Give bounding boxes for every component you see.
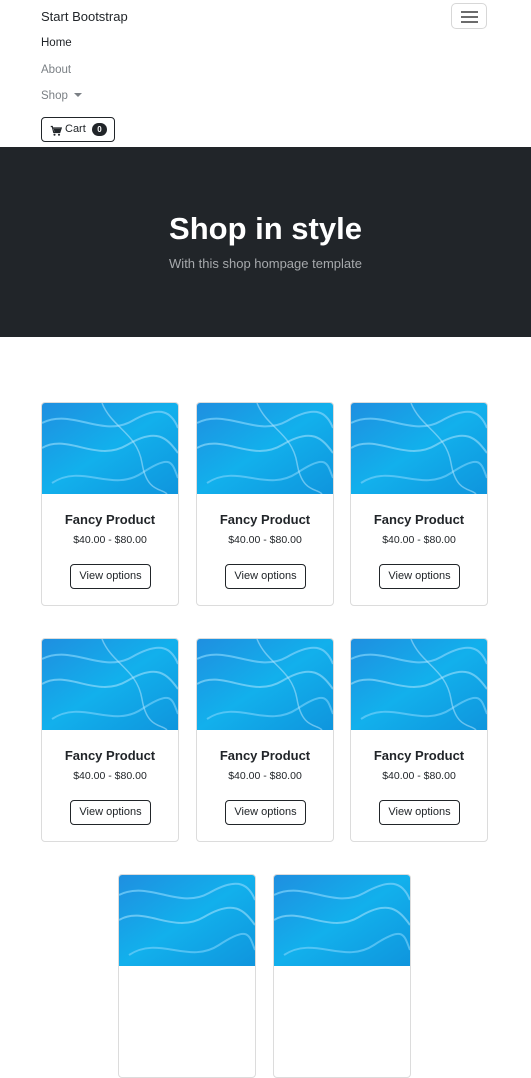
product-price: $40.00 - $80.00 [73,770,147,782]
chevron-down-icon [73,93,82,97]
cart-label: Cart [65,123,86,135]
menu-toggle-button[interactable] [451,3,487,29]
view-options-button[interactable]: View options [70,564,151,589]
product-name: Fancy Product [219,512,311,527]
nav-shop-label: Shop [41,90,68,102]
product-name: Fancy Product [373,512,465,527]
product-card [273,874,411,1078]
product-name: Fancy Product [64,512,156,527]
navbar: Start Bootstrap Home About Shop Cart 0 [0,0,531,147]
view-options-button[interactable]: View options [225,800,306,825]
product-price: $40.00 - $80.00 [382,770,456,782]
product-card: Fancy Product $40.00 - $80.00 View optio… [196,638,334,842]
product-name: Fancy Product [219,748,311,763]
hamburger-icon [461,11,478,13]
nav-about[interactable]: About [41,64,71,76]
product-card [118,874,256,1078]
view-options-button[interactable]: View options [225,564,306,589]
product-card: Fancy Product $40.00 - $80.00 View optio… [41,402,179,606]
product-image [351,639,487,730]
nav-home[interactable]: Home [41,37,72,49]
product-image [197,403,333,494]
hero-subtitle: With this shop hompage template [169,256,362,271]
product-image [274,875,410,966]
product-price: $40.00 - $80.00 [73,534,147,546]
product-price: $40.00 - $80.00 [382,534,456,546]
cart-count-badge: 0 [92,123,107,136]
product-price: $40.00 - $80.00 [228,770,302,782]
view-options-button[interactable]: View options [379,800,460,825]
product-card: Fancy Product $40.00 - $80.00 View optio… [350,402,488,606]
hero-banner: Shop in style With this shop hompage tem… [0,147,531,337]
hero-title: Shop in style [169,211,362,246]
product-price: $40.00 - $80.00 [228,534,302,546]
product-name: Fancy Product [373,748,465,763]
product-card: Fancy Product $40.00 - $80.00 View optio… [196,402,334,606]
product-image [42,639,178,730]
view-options-button[interactable]: View options [70,800,151,825]
product-image [197,639,333,730]
product-image [119,875,255,966]
cart-button[interactable]: Cart 0 [41,117,115,142]
nav-shop-dropdown[interactable]: Shop [41,90,82,102]
view-options-button[interactable]: View options [379,564,460,589]
product-image [351,403,487,494]
cart-icon [50,125,62,136]
product-card: Fancy Product $40.00 - $80.00 View optio… [350,638,488,842]
product-image [42,403,178,494]
product-card: Fancy Product $40.00 - $80.00 View optio… [41,638,179,842]
product-name: Fancy Product [64,748,156,763]
brand-link[interactable]: Start Bootstrap [41,9,128,24]
